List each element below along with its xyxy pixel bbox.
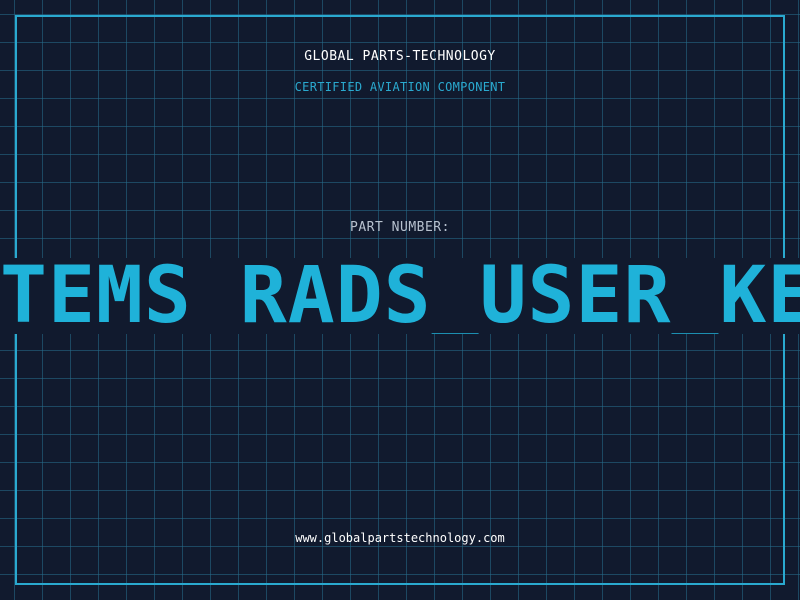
certification-subtitle: CERTIFIED AVIATION COMPONENT <box>294 80 506 94</box>
part-number-band: TEMS RADS_USER_KER <box>0 258 800 334</box>
part-number-value: TEMS RADS_USER_KER <box>0 258 800 334</box>
website-url: www.globalpartstechnology.com <box>295 531 505 545</box>
label-canvas: GLOBAL PARTS-TECHNOLOGY CERTIFIED AVIATI… <box>0 0 800 600</box>
part-number-label: PART NUMBER: <box>350 220 450 235</box>
brand-title: GLOBAL PARTS-TECHNOLOGY <box>304 49 496 64</box>
